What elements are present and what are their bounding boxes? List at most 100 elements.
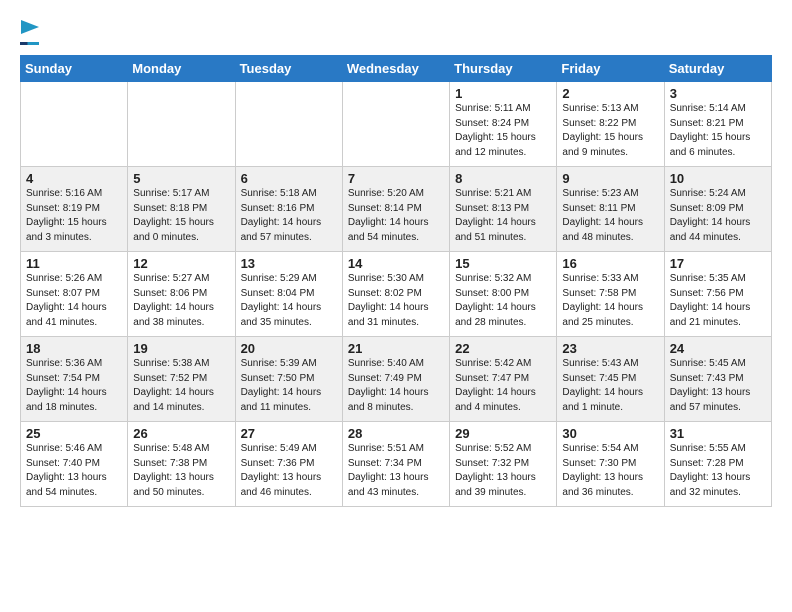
calendar-cell: 10Sunrise: 5:24 AMSunset: 8:09 PMDayligh…	[664, 167, 771, 252]
day-number: 12	[133, 256, 229, 271]
col-header-friday: Friday	[557, 56, 664, 82]
page: SundayMondayTuesdayWednesdayThursdayFrid…	[0, 0, 792, 517]
calendar-cell	[21, 82, 128, 167]
calendar-cell: 19Sunrise: 5:38 AMSunset: 7:52 PMDayligh…	[128, 337, 235, 422]
calendar-cell: 24Sunrise: 5:45 AMSunset: 7:43 PMDayligh…	[664, 337, 771, 422]
day-number: 8	[455, 171, 551, 186]
calendar-cell: 15Sunrise: 5:32 AMSunset: 8:00 PMDayligh…	[450, 252, 557, 337]
day-number: 23	[562, 341, 658, 356]
calendar-cell	[342, 82, 449, 167]
day-info: Sunrise: 5:23 AMSunset: 8:11 PMDaylight:…	[562, 187, 658, 245]
calendar-cell: 14Sunrise: 5:30 AMSunset: 8:02 PMDayligh…	[342, 252, 449, 337]
day-number: 3	[670, 86, 766, 101]
calendar-cell: 11Sunrise: 5:26 AMSunset: 8:07 PMDayligh…	[21, 252, 128, 337]
day-number: 4	[26, 171, 122, 186]
calendar-cell: 20Sunrise: 5:39 AMSunset: 7:50 PMDayligh…	[235, 337, 342, 422]
day-info: Sunrise: 5:21 AMSunset: 8:13 PMDaylight:…	[455, 187, 551, 245]
day-info: Sunrise: 5:13 AMSunset: 8:22 PMDaylight:…	[562, 102, 658, 160]
day-info: Sunrise: 5:38 AMSunset: 7:52 PMDaylight:…	[133, 357, 229, 415]
day-info: Sunrise: 5:14 AMSunset: 8:21 PMDaylight:…	[670, 102, 766, 160]
day-info: Sunrise: 5:17 AMSunset: 8:18 PMDaylight:…	[133, 187, 229, 245]
calendar-header-row: SundayMondayTuesdayWednesdayThursdayFrid…	[21, 56, 772, 82]
calendar-cell: 27Sunrise: 5:49 AMSunset: 7:36 PMDayligh…	[235, 422, 342, 507]
day-number: 30	[562, 426, 658, 441]
day-info: Sunrise: 5:18 AMSunset: 8:16 PMDaylight:…	[241, 187, 337, 245]
day-number: 17	[670, 256, 766, 271]
day-number: 7	[348, 171, 444, 186]
calendar-cell	[128, 82, 235, 167]
day-number: 11	[26, 256, 122, 271]
calendar-cell: 5Sunrise: 5:17 AMSunset: 8:18 PMDaylight…	[128, 167, 235, 252]
day-info: Sunrise: 5:49 AMSunset: 7:36 PMDaylight:…	[241, 442, 337, 500]
calendar-week-1: 1Sunrise: 5:11 AMSunset: 8:24 PMDaylight…	[21, 82, 772, 167]
logo	[20, 16, 39, 45]
day-info: Sunrise: 5:45 AMSunset: 7:43 PMDaylight:…	[670, 357, 766, 415]
calendar-cell: 29Sunrise: 5:52 AMSunset: 7:32 PMDayligh…	[450, 422, 557, 507]
header	[20, 16, 772, 45]
col-header-tuesday: Tuesday	[235, 56, 342, 82]
calendar-cell	[235, 82, 342, 167]
calendar-cell: 9Sunrise: 5:23 AMSunset: 8:11 PMDaylight…	[557, 167, 664, 252]
day-info: Sunrise: 5:26 AMSunset: 8:07 PMDaylight:…	[26, 272, 122, 330]
day-info: Sunrise: 5:30 AMSunset: 8:02 PMDaylight:…	[348, 272, 444, 330]
calendar-cell: 13Sunrise: 5:29 AMSunset: 8:04 PMDayligh…	[235, 252, 342, 337]
calendar-cell: 3Sunrise: 5:14 AMSunset: 8:21 PMDaylight…	[664, 82, 771, 167]
logo-underline	[20, 42, 39, 45]
day-info: Sunrise: 5:27 AMSunset: 8:06 PMDaylight:…	[133, 272, 229, 330]
calendar-cell: 16Sunrise: 5:33 AMSunset: 7:58 PMDayligh…	[557, 252, 664, 337]
day-info: Sunrise: 5:48 AMSunset: 7:38 PMDaylight:…	[133, 442, 229, 500]
calendar-cell: 2Sunrise: 5:13 AMSunset: 8:22 PMDaylight…	[557, 82, 664, 167]
day-info: Sunrise: 5:29 AMSunset: 8:04 PMDaylight:…	[241, 272, 337, 330]
col-header-thursday: Thursday	[450, 56, 557, 82]
calendar-cell: 12Sunrise: 5:27 AMSunset: 8:06 PMDayligh…	[128, 252, 235, 337]
day-info: Sunrise: 5:35 AMSunset: 7:56 PMDaylight:…	[670, 272, 766, 330]
day-number: 29	[455, 426, 551, 441]
calendar-cell: 21Sunrise: 5:40 AMSunset: 7:49 PMDayligh…	[342, 337, 449, 422]
calendar-week-3: 11Sunrise: 5:26 AMSunset: 8:07 PMDayligh…	[21, 252, 772, 337]
calendar-cell: 4Sunrise: 5:16 AMSunset: 8:19 PMDaylight…	[21, 167, 128, 252]
day-info: Sunrise: 5:11 AMSunset: 8:24 PMDaylight:…	[455, 102, 551, 160]
day-number: 25	[26, 426, 122, 441]
col-header-saturday: Saturday	[664, 56, 771, 82]
day-number: 14	[348, 256, 444, 271]
col-header-sunday: Sunday	[21, 56, 128, 82]
day-number: 6	[241, 171, 337, 186]
day-number: 13	[241, 256, 337, 271]
day-number: 26	[133, 426, 229, 441]
day-info: Sunrise: 5:46 AMSunset: 7:40 PMDaylight:…	[26, 442, 122, 500]
day-info: Sunrise: 5:55 AMSunset: 7:28 PMDaylight:…	[670, 442, 766, 500]
calendar-cell: 8Sunrise: 5:21 AMSunset: 8:13 PMDaylight…	[450, 167, 557, 252]
day-info: Sunrise: 5:52 AMSunset: 7:32 PMDaylight:…	[455, 442, 551, 500]
logo-icon	[21, 16, 39, 38]
day-info: Sunrise: 5:40 AMSunset: 7:49 PMDaylight:…	[348, 357, 444, 415]
calendar-week-2: 4Sunrise: 5:16 AMSunset: 8:19 PMDaylight…	[21, 167, 772, 252]
day-info: Sunrise: 5:33 AMSunset: 7:58 PMDaylight:…	[562, 272, 658, 330]
calendar-cell: 25Sunrise: 5:46 AMSunset: 7:40 PMDayligh…	[21, 422, 128, 507]
day-number: 31	[670, 426, 766, 441]
day-number: 9	[562, 171, 658, 186]
day-info: Sunrise: 5:20 AMSunset: 8:14 PMDaylight:…	[348, 187, 444, 245]
day-info: Sunrise: 5:16 AMSunset: 8:19 PMDaylight:…	[26, 187, 122, 245]
day-number: 22	[455, 341, 551, 356]
calendar-cell: 31Sunrise: 5:55 AMSunset: 7:28 PMDayligh…	[664, 422, 771, 507]
day-info: Sunrise: 5:42 AMSunset: 7:47 PMDaylight:…	[455, 357, 551, 415]
day-number: 20	[241, 341, 337, 356]
calendar-cell: 30Sunrise: 5:54 AMSunset: 7:30 PMDayligh…	[557, 422, 664, 507]
calendar-table: SundayMondayTuesdayWednesdayThursdayFrid…	[20, 55, 772, 507]
day-info: Sunrise: 5:36 AMSunset: 7:54 PMDaylight:…	[26, 357, 122, 415]
day-number: 16	[562, 256, 658, 271]
day-number: 21	[348, 341, 444, 356]
day-number: 2	[562, 86, 658, 101]
day-number: 1	[455, 86, 551, 101]
day-number: 19	[133, 341, 229, 356]
day-info: Sunrise: 5:32 AMSunset: 8:00 PMDaylight:…	[455, 272, 551, 330]
calendar-cell: 7Sunrise: 5:20 AMSunset: 8:14 PMDaylight…	[342, 167, 449, 252]
day-number: 18	[26, 341, 122, 356]
calendar-week-5: 25Sunrise: 5:46 AMSunset: 7:40 PMDayligh…	[21, 422, 772, 507]
calendar-week-4: 18Sunrise: 5:36 AMSunset: 7:54 PMDayligh…	[21, 337, 772, 422]
col-header-monday: Monday	[128, 56, 235, 82]
day-number: 15	[455, 256, 551, 271]
day-info: Sunrise: 5:39 AMSunset: 7:50 PMDaylight:…	[241, 357, 337, 415]
day-number: 24	[670, 341, 766, 356]
day-number: 28	[348, 426, 444, 441]
